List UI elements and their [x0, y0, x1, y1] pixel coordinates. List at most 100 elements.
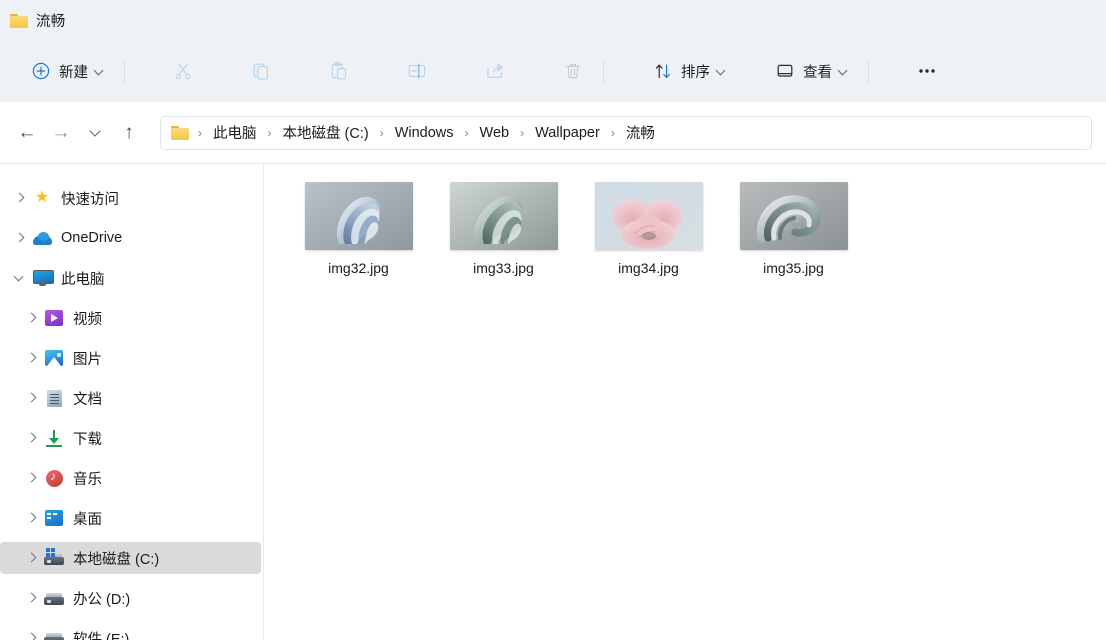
- sidebar-item-quick-access[interactable]: ★ 快速访问: [0, 182, 261, 214]
- chevron-down-icon[interactable]: [717, 67, 726, 76]
- sort-button[interactable]: 排序: [642, 53, 736, 89]
- sidebar-item-label: 此电脑: [61, 271, 105, 288]
- arrow-right-icon: →: [51, 122, 71, 143]
- folder-icon: [10, 13, 28, 28]
- video-icon: [44, 308, 64, 328]
- breadcrumb-separator: ›: [520, 125, 525, 140]
- chevron-right-icon[interactable]: [18, 505, 44, 531]
- breadcrumb-item-5[interactable]: 流畅: [621, 120, 660, 145]
- file-list-view: img32.jpg img33.jpg img34.jpg img35.jpg: [264, 164, 1106, 640]
- chevron-down-icon[interactable]: [6, 265, 32, 291]
- chevron-right-icon[interactable]: [18, 625, 44, 640]
- share-button[interactable]: [475, 53, 515, 89]
- breadcrumb-item-2[interactable]: Windows: [390, 123, 459, 143]
- rename-button[interactable]: [397, 53, 437, 89]
- more-options-button[interactable]: [907, 53, 947, 89]
- sidebar-item-label: OneDrive: [61, 230, 123, 246]
- chevron-right-icon[interactable]: [6, 185, 32, 211]
- breadcrumb-separator: ›: [464, 125, 469, 140]
- file-item[interactable]: img34.jpg: [576, 176, 721, 296]
- command-toolbar: 新建 排序 查看: [0, 40, 1106, 102]
- share-icon: [484, 60, 506, 82]
- chevron-right-icon[interactable]: [18, 345, 44, 371]
- sidebar-item-videos[interactable]: 视频: [0, 302, 261, 334]
- sort-button-label: 排序: [681, 64, 710, 81]
- sidebar-item-this-pc[interactable]: 此电脑: [0, 262, 261, 294]
- file-explorer-window: 流畅 新建 排序 查看 ← → ↑ › 此电脑 › 本地磁盘 (C:) › Wi…: [0, 0, 1106, 640]
- sidebar-item-drive-e[interactable]: 软件 (E:): [0, 622, 261, 640]
- chevron-down-icon: [90, 128, 100, 138]
- pictures-icon: [44, 348, 64, 368]
- windows-logo-badge-icon: [46, 548, 55, 557]
- window-chrome: 流畅 新建 排序 查看: [0, 0, 1106, 102]
- sidebar-item-onedrive[interactable]: OneDrive: [0, 222, 261, 254]
- thumbnail: [739, 182, 848, 250]
- breadcrumb-separator: ›: [379, 125, 384, 140]
- window-title: 流畅: [36, 13, 66, 30]
- sidebar-item-local-disk-c[interactable]: 本地磁盘 (C:): [0, 542, 261, 574]
- chevron-right-icon[interactable]: [6, 225, 32, 251]
- forward-button[interactable]: →: [44, 116, 78, 150]
- paste-icon: [328, 60, 350, 82]
- paste-button[interactable]: [319, 53, 359, 89]
- chevron-right-icon[interactable]: [18, 545, 44, 571]
- sidebar-item-music[interactable]: 音乐: [0, 462, 261, 494]
- chevron-right-icon[interactable]: [18, 585, 44, 611]
- thumbnail: [304, 182, 413, 250]
- scissors-icon: [172, 60, 194, 82]
- arrow-up-icon: ↑: [124, 122, 134, 143]
- title-bar: 流畅: [0, 0, 1106, 40]
- sidebar-item-label: 图片: [73, 351, 102, 368]
- file-item[interactable]: img35.jpg: [721, 176, 866, 296]
- delete-button[interactable]: [553, 53, 593, 89]
- sidebar-item-drive-d[interactable]: 办公 (D:): [0, 582, 261, 614]
- thumbnail: [449, 182, 558, 250]
- back-button[interactable]: ←: [10, 116, 44, 150]
- file-grid: img32.jpg img33.jpg img34.jpg img35.jpg: [264, 164, 1106, 296]
- sidebar-item-documents[interactable]: 文档: [0, 382, 261, 414]
- up-button[interactable]: ↑: [112, 116, 146, 150]
- chevron-down-icon[interactable]: [839, 67, 848, 76]
- folder-icon: [171, 125, 189, 140]
- chevron-down-icon[interactable]: [95, 67, 104, 76]
- sidebar-item-desktop[interactable]: 桌面: [0, 502, 261, 534]
- cut-button[interactable]: [163, 53, 203, 89]
- sidebar-item-label: 快速访问: [61, 191, 119, 208]
- system-drive-icon: [44, 548, 64, 568]
- chevron-right-icon[interactable]: [18, 305, 44, 331]
- toolbar-divider: [603, 60, 604, 82]
- view-button[interactable]: 查看: [764, 53, 858, 89]
- blue-ribbon-wallpaper-thumbnail: [304, 182, 413, 250]
- music-icon: [44, 468, 64, 488]
- new-button[interactable]: 新建: [20, 53, 114, 89]
- chevron-right-icon[interactable]: [18, 465, 44, 491]
- sidebar-item-downloads[interactable]: 下载: [0, 422, 261, 454]
- breadcrumb-item-1[interactable]: 本地磁盘 (C:): [278, 120, 374, 145]
- copy-icon: [250, 60, 272, 82]
- plus-circle-icon: [30, 60, 52, 82]
- chevron-right-icon[interactable]: [18, 425, 44, 451]
- rename-icon: [406, 60, 428, 82]
- breadcrumb[interactable]: › 此电脑 › 本地磁盘 (C:) › Windows › Web › Wall…: [160, 115, 1092, 150]
- sidebar-item-pictures[interactable]: 图片: [0, 342, 261, 374]
- sidebar-item-label: 本地磁盘 (C:): [73, 551, 160, 568]
- view-monitor-icon: [774, 60, 796, 82]
- file-item[interactable]: img32.jpg: [286, 176, 431, 296]
- breadcrumb-item-4[interactable]: Wallpaper: [530, 123, 605, 143]
- sidebar-item-label: 下载: [73, 431, 102, 448]
- chevron-right-icon[interactable]: [18, 385, 44, 411]
- file-name: img34.jpg: [618, 260, 679, 276]
- pink-bloom-wallpaper-thumbnail: [594, 182, 703, 250]
- breadcrumb-item-3[interactable]: Web: [475, 123, 515, 143]
- file-item[interactable]: img33.jpg: [431, 176, 576, 296]
- sidebar-item-label: 音乐: [73, 471, 102, 488]
- cloud-icon: [32, 228, 52, 248]
- recent-locations-button[interactable]: [78, 116, 112, 150]
- view-button-label: 查看: [803, 64, 832, 81]
- copy-button[interactable]: [241, 53, 281, 89]
- new-button-label: 新建: [59, 64, 88, 81]
- sidebar-item-label: 视频: [73, 311, 102, 328]
- breadcrumb-item-0[interactable]: 此电脑: [208, 120, 262, 145]
- ellipsis-icon: [916, 60, 938, 82]
- file-name: img35.jpg: [763, 260, 824, 276]
